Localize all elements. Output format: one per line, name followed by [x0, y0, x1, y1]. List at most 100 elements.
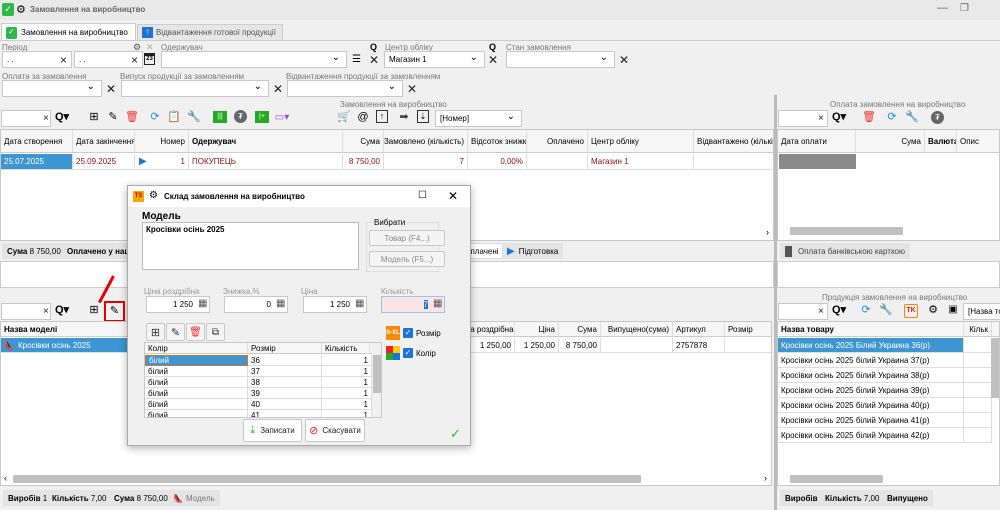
col-sum[interactable]: Сума	[559, 322, 601, 336]
vertical-scrollbar[interactable]	[372, 343, 381, 417]
clear-icon[interactable]: ×	[131, 54, 138, 66]
wrench-icon[interactable]: 🔧	[878, 303, 894, 319]
search-dropdown-icon[interactable]: Q▾	[831, 110, 847, 126]
delete-icon[interactable]: 🗑	[124, 110, 140, 126]
cell-ordered[interactable]: 7	[384, 154, 468, 170]
cell-discount[interactable]: 0,00%	[468, 154, 527, 170]
cell-center[interactable]: Магазин 1	[588, 154, 694, 170]
clear-icon[interactable]: ✕	[619, 54, 629, 66]
refresh-icon[interactable]: ⟳	[884, 110, 900, 126]
size-checkbox[interactable]: ✓ Розмір	[403, 328, 441, 338]
col-size[interactable]: Розмір	[248, 343, 322, 353]
col-paid[interactable]: Оплачено	[527, 130, 588, 152]
clear-icon[interactable]: ✕	[146, 42, 154, 53]
restore-button[interactable]: ❐	[960, 3, 969, 14]
maximize-button[interactable]: ☐	[418, 190, 427, 201]
released-filter-button[interactable]: Випущено	[882, 490, 933, 506]
cell-product-qty[interactable]	[964, 428, 992, 443]
clear-icon[interactable]: ✕	[369, 54, 379, 66]
shipment-select[interactable]	[287, 80, 403, 97]
barcode-icon[interactable]: |||	[213, 111, 227, 123]
cell-size[interactable]: 38	[248, 377, 322, 388]
col-model-name[interactable]: Назва моделі	[1, 322, 131, 336]
col-article[interactable]: Артикул	[673, 322, 725, 336]
preparation-filter-button[interactable]: ▶ Підготовка	[502, 243, 564, 259]
cell-color[interactable]: білий	[145, 366, 248, 377]
add-row-button[interactable]: ⊞	[146, 323, 165, 341]
calculator-icon[interactable]: ▦	[276, 298, 285, 309]
delete-icon[interactable]: 🗑	[861, 110, 877, 126]
cell-color[interactable]: білий	[145, 355, 248, 366]
orders-sort-select[interactable]: [Номер]	[435, 110, 522, 127]
cell-product-name[interactable]: Кросівки осінь 2025 білий Украина 37(р)	[778, 353, 964, 368]
cell-product-qty[interactable]	[964, 398, 992, 413]
horizontal-scrollbar[interactable]	[13, 475, 641, 483]
cell-qty[interactable]: 1	[322, 388, 372, 399]
cell-color[interactable]: білий	[145, 410, 248, 417]
cell-color[interactable]: білий	[145, 399, 248, 410]
cell-product-qty[interactable]	[964, 368, 992, 383]
products-sort-select[interactable]: [Назва тов	[963, 303, 1000, 320]
cell-price[interactable]: 1 250,00	[515, 338, 559, 353]
import-icon[interactable]: ⇣	[417, 110, 429, 123]
cell-shipped[interactable]	[694, 154, 773, 170]
cancel-button[interactable]: ⊘ Скасувати	[305, 419, 365, 442]
cell-product-qty[interactable]	[964, 383, 992, 398]
col-product-qty[interactable]: Кільк	[964, 322, 992, 336]
search-dropdown-icon[interactable]: Q▾	[831, 303, 847, 319]
email-icon[interactable]: @	[355, 110, 371, 126]
scroll-left-icon[interactable]: ‹	[4, 473, 7, 483]
cell-qty[interactable]: 1	[322, 377, 372, 388]
calculator-icon[interactable]: ▦	[433, 298, 442, 309]
col-center[interactable]: Центр обліку	[588, 130, 694, 152]
refresh-icon[interactable]: ⟳	[858, 303, 874, 319]
model-filter-button[interactable]: 👠 Модель	[168, 490, 220, 506]
col-payment-sum[interactable]: Сума	[856, 130, 925, 152]
edit-icon[interactable]: ✎	[105, 110, 121, 126]
cell-product-qty[interactable]	[964, 413, 992, 428]
cell-product-name[interactable]: Кросівки осінь 2025 Білий Украина 36(р)	[778, 338, 964, 353]
col-released[interactable]: Випущено(сума)	[601, 322, 673, 336]
horizontal-scrollbar[interactable]	[790, 475, 883, 483]
col-recipient[interactable]: Одержувач	[189, 130, 343, 152]
cell-size[interactable]: 40	[248, 399, 322, 410]
cell-size[interactable]: 39	[248, 388, 322, 399]
print-icon[interactable]: ▭▾	[274, 111, 290, 127]
gear-icon[interactable]: ⚙	[16, 3, 26, 16]
center-select[interactable]: Магазин 1	[384, 51, 485, 68]
wrench-icon[interactable]: 🔧	[904, 110, 920, 126]
col-currency[interactable]: Валюта	[925, 130, 957, 152]
edit-row-button[interactable]: ✎	[166, 323, 185, 341]
col-qty[interactable]: Кількість	[322, 343, 370, 353]
cell-product-qty[interactable]	[964, 338, 992, 353]
table-row[interactable]	[779, 154, 856, 169]
cell-sum[interactable]: 8 750,00	[559, 338, 601, 353]
cell-color[interactable]: білий	[145, 377, 248, 388]
cell-qty[interactable]: 1	[322, 410, 372, 417]
minimize-button[interactable]: —	[937, 2, 948, 14]
clear-icon[interactable]: ✕	[273, 83, 283, 95]
barcode-add-icon[interactable]: |+	[255, 111, 269, 123]
cell-released[interactable]	[601, 338, 673, 353]
col-description[interactable]: Опис	[957, 130, 999, 152]
arrow-right-icon[interactable]: ➡	[396, 110, 412, 126]
calendar-icon[interactable]: 23	[144, 53, 155, 65]
cell-model-name[interactable]: 👠 Кросівки осінь 2025	[1, 338, 131, 353]
card-payment-button[interactable]: Оплата банківською карткою	[780, 243, 910, 259]
gear-icon[interactable]: ⚙	[149, 190, 158, 201]
calculator-icon[interactable]: ▦	[355, 298, 364, 309]
search-icon[interactable]: Q	[370, 42, 377, 52]
payment-select[interactable]	[2, 80, 102, 97]
col-color[interactable]: Колір	[145, 343, 248, 353]
copy-row-button[interactable]: ⧉	[206, 323, 225, 341]
clear-icon[interactable]: ×	[43, 113, 49, 125]
payment-note-field[interactable]	[777, 261, 1000, 288]
cell-qty[interactable]: 1	[322, 399, 372, 410]
col-payment-date[interactable]: Дата оплати	[778, 130, 856, 152]
close-button[interactable]: ✕	[448, 189, 458, 203]
cell-product-name[interactable]: Кросівки осінь 2025 білий Украина 40(р)	[778, 398, 964, 413]
color-checkbox[interactable]: ✓ Колір	[403, 348, 436, 358]
model-button[interactable]: Модель (F5...)	[369, 251, 445, 267]
cell-size[interactable]: 41	[248, 410, 322, 417]
list-icon[interactable]: ☰	[352, 54, 361, 65]
